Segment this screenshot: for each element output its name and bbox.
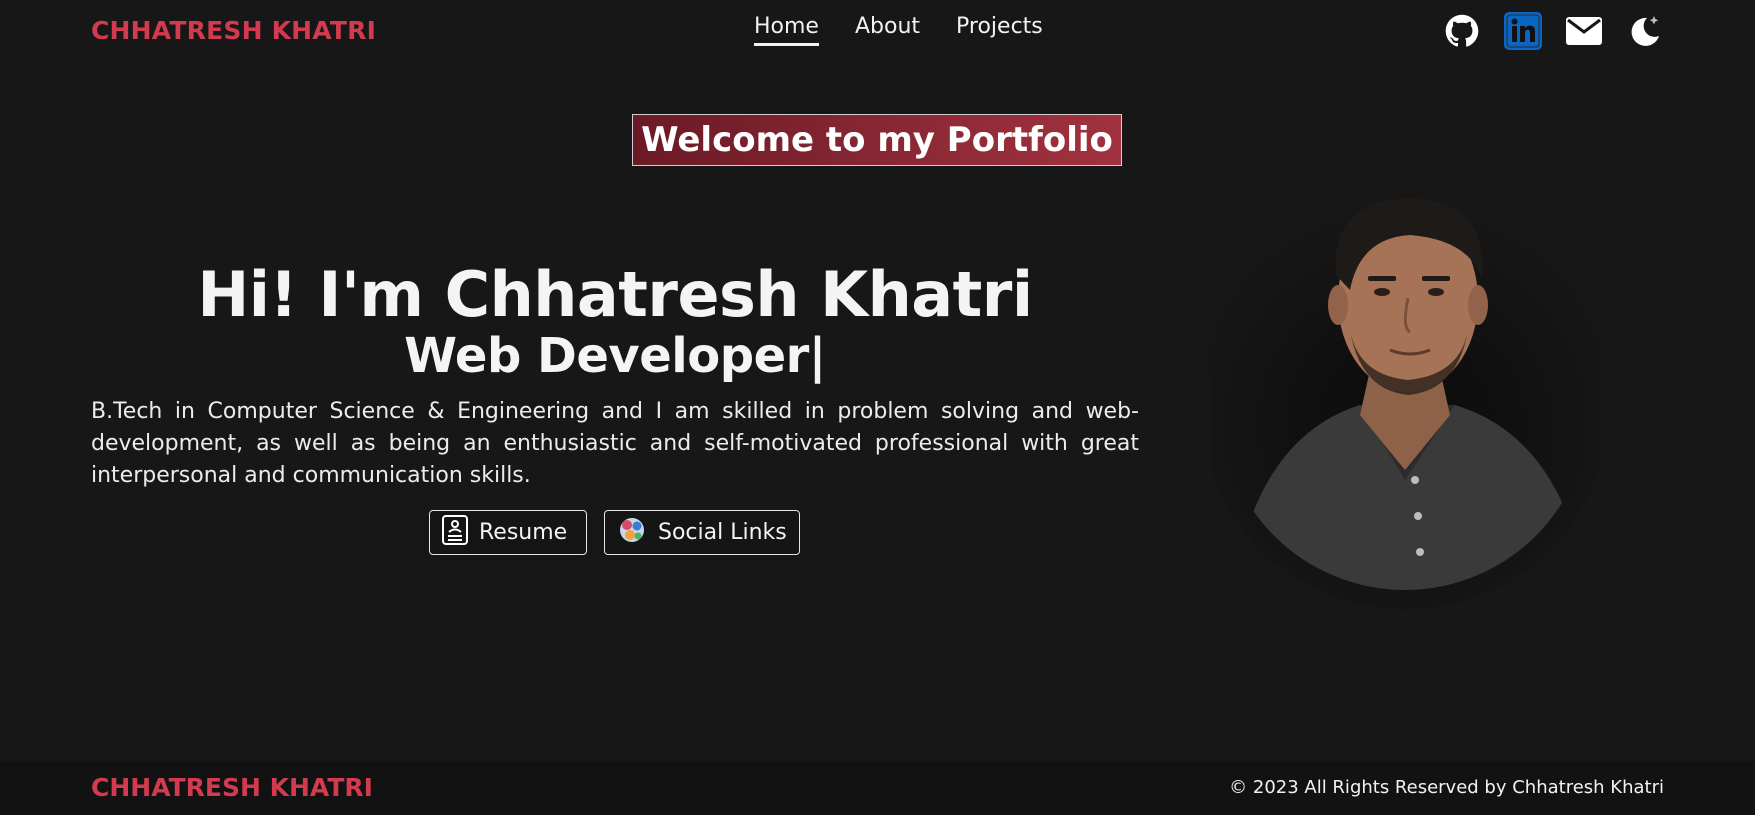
brand-logo-text[interactable]: CHHATRESH KHATRI — [91, 16, 376, 45]
github-icon[interactable] — [1443, 12, 1481, 50]
social-links-icon — [616, 514, 648, 552]
site-footer: CHHATRESH KHATRI © 2023 All Rights Reser… — [0, 761, 1755, 815]
nav-about[interactable]: About — [855, 14, 920, 46]
social-links-button[interactable]: Social Links — [604, 510, 800, 555]
hero-title: Hi! I'm Chhatresh Khatri — [197, 258, 1033, 331]
hero-role: Web Developer| — [404, 328, 826, 384]
hero-description: B.Tech in Computer Science & Engineering… — [91, 399, 1139, 488]
dark-mode-icon[interactable] — [1626, 12, 1664, 50]
nav-home[interactable]: Home — [754, 14, 819, 46]
resume-icon — [441, 514, 469, 552]
footer-brand: CHHATRESH KHATRI — [91, 773, 373, 802]
social-links-button-label: Social Links — [658, 520, 787, 545]
header-icons — [1443, 12, 1664, 50]
resume-button-label: Resume — [479, 520, 568, 545]
welcome-banner: Welcome to my Portfolio — [632, 114, 1122, 166]
site-header: CHHATRESH KHATRI Home About Projects — [0, 0, 1755, 64]
main-nav: Home About Projects — [754, 14, 1043, 46]
linkedin-icon[interactable] — [1504, 12, 1542, 50]
resume-button[interactable]: Resume — [429, 510, 587, 555]
nav-projects[interactable]: Projects — [956, 14, 1043, 46]
mail-icon[interactable] — [1565, 12, 1603, 50]
profile-photo — [1200, 180, 1610, 610]
footer-copyright: © 2023 All Rights Reserved by Chhatresh … — [1229, 777, 1664, 798]
